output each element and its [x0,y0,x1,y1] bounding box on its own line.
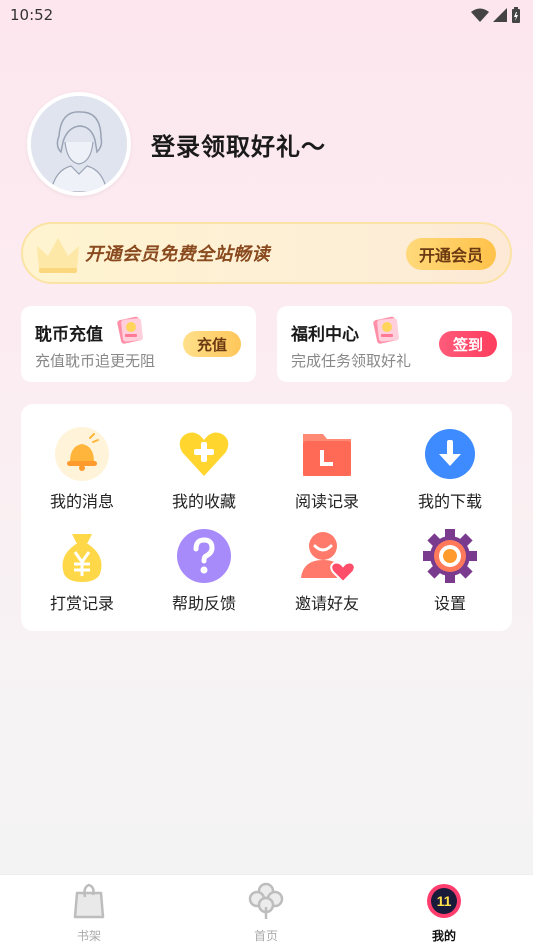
bookshelf-icon [73,883,105,919]
tab-label: 书架 [76,929,101,943]
book-icon [373,316,399,344]
status-icons [471,7,521,23]
signal-icon [493,8,507,22]
function-grid: 我的消息 我的收藏 阅读记录 我的下载 打赏记录 帮助反馈 邀请好友 设置 [21,404,512,631]
checkin-button[interactable]: 签到 [439,331,497,357]
avatar-illustration-icon [31,96,127,192]
grid-label: 邀请好友 [294,594,359,613]
login-prompt[interactable]: 登录领取好礼～ [151,127,326,162]
tab-bookshelf[interactable]: 书架 [44,881,134,944]
grid-label: 打赏记录 [49,594,114,613]
tab-label: 首页 [253,929,278,943]
folder-history-icon [303,434,351,476]
grid-label: 设置 [433,594,466,613]
home-flower-icon [248,882,284,919]
money-bag-icon [62,534,102,582]
grid-item-settings[interactable]: 设置 [395,528,505,614]
tab-home[interactable]: 首页 [221,881,311,944]
book-icon [117,316,143,344]
grid-label: 我的下载 [417,492,482,511]
bottom-tab-bar: 书架 首页 11 我的 [0,874,533,948]
grid-label: 帮助反馈 [171,594,236,613]
grid-item-messages[interactable]: 我的消息 [27,426,137,512]
question-icon [177,529,231,583]
crown-icon [37,238,79,273]
heart-plus-icon [179,432,229,476]
tab-label: 我的 [431,929,456,943]
profile-header[interactable]: 登录领取好礼～ [27,92,326,196]
grid-label: 我的消息 [49,492,114,511]
invite-friend-icon [301,532,355,584]
welfare-card-title: 福利中心 [291,325,359,345]
recharge-card[interactable]: 耽币充值 充值耽币追更无阻 充值 [21,306,256,382]
download-icon [425,429,475,479]
grid-item-history[interactable]: 阅读记录 [272,426,382,512]
grid-item-downloads[interactable]: 我的下载 [395,426,505,512]
welfare-card[interactable]: 福利中心 完成任务领取好礼 签到 [277,306,512,382]
bell-icon [55,427,109,481]
recharge-card-title: 耽币充值 [35,325,103,345]
avatar[interactable] [27,92,131,196]
status-time: 10:52 [10,6,54,24]
settings-gear-icon [423,529,477,583]
open-vip-button[interactable]: 开通会员 [406,238,496,270]
vip-banner-text: 开通会员免费全站畅读 [85,244,270,265]
status-bar: 10:52 [0,0,533,30]
recharge-card-subtitle: 充值耽币追更无阻 [35,352,156,370]
welfare-card-subtitle: 完成任务领取好礼 [291,352,412,370]
battery-icon [512,7,520,23]
grid-item-invite[interactable]: 邀请好友 [272,528,382,614]
grid-label: 我的收藏 [171,492,236,511]
recharge-button[interactable]: 充值 [183,331,241,357]
grid-item-help[interactable]: 帮助反馈 [149,528,259,614]
vip-banner[interactable]: 开通会员免费全站畅读 开通会员 [21,222,512,284]
wifi-icon [471,8,489,22]
grid-item-tips[interactable]: 打赏记录 [27,528,137,614]
mine-badge-text: 11 [437,893,452,909]
tab-mine[interactable]: 11 我的 [399,881,489,944]
grid-label: 阅读记录 [294,492,359,511]
grid-item-favorites[interactable]: 我的收藏 [149,426,259,512]
mine-icon: 11 [427,884,461,918]
